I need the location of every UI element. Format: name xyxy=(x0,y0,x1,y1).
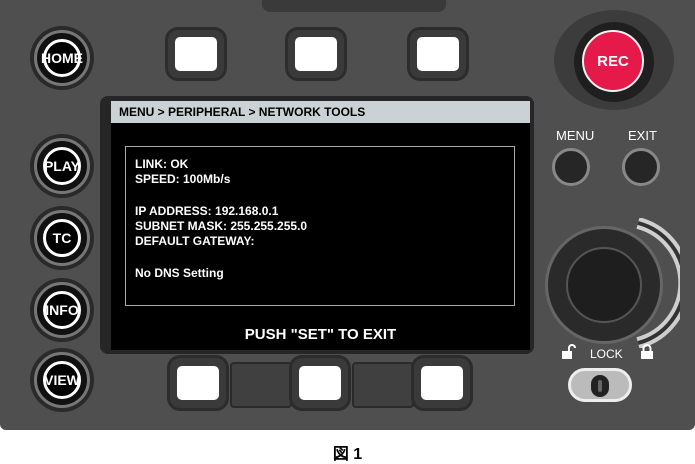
lock-switch-knob[interactable] xyxy=(591,375,609,397)
bottom-function-key-2[interactable] xyxy=(292,358,348,408)
link-speed: SPEED: 100Mb/s xyxy=(135,172,231,186)
exit-instruction: PUSH "SET" TO EXIT xyxy=(244,326,397,343)
bottom-function-key-2-face xyxy=(299,366,341,400)
jog-dial[interactable] xyxy=(545,226,663,344)
top-function-key-1[interactable] xyxy=(168,30,224,78)
view-button[interactable]: VIEW xyxy=(34,352,90,408)
link-status: LINK: OK xyxy=(135,157,189,171)
ip-address: IP ADDRESS: 192.168.0.1 xyxy=(135,204,279,218)
bottom-blank-key-1 xyxy=(230,362,292,408)
play-button[interactable]: PLAY xyxy=(34,138,90,194)
tc-button[interactable]: TC xyxy=(34,210,90,266)
tc-button-label: TC xyxy=(43,219,81,257)
home-button[interactable]: HOME xyxy=(34,30,90,86)
home-button-label: HOME xyxy=(41,39,83,77)
subnet-mask: SUBNET MASK: 255.255.255.0 xyxy=(135,219,308,233)
default-gateway: DEFAULT GATEWAY: xyxy=(135,234,255,248)
unlock-icon xyxy=(562,344,576,359)
menu-button[interactable] xyxy=(552,148,590,186)
panel-top-lip xyxy=(262,0,446,12)
dns-setting: No DNS Setting xyxy=(135,266,224,280)
lcd-screen: MENU > PERIPHERAL > NETWORK TOOLS LINK: … xyxy=(111,101,530,350)
top-function-key-2[interactable] xyxy=(288,30,344,78)
play-button-label: PLAY xyxy=(43,147,81,185)
bottom-function-key-1[interactable] xyxy=(170,358,226,408)
jog-dial-center xyxy=(566,247,642,323)
top-function-key-3-face xyxy=(417,37,459,71)
top-function-key-2-face xyxy=(295,37,337,71)
bottom-function-key-1-face xyxy=(177,366,219,400)
info-button[interactable]: INFO xyxy=(34,282,90,338)
info-button-label: INFO xyxy=(43,291,81,329)
top-function-key-1-face xyxy=(175,37,217,71)
breadcrumb: MENU > PERIPHERAL > NETWORK TOOLS xyxy=(111,101,530,123)
rec-button[interactable]: REC xyxy=(582,30,644,92)
lock-switch[interactable] xyxy=(568,368,632,402)
exit-label: EXIT xyxy=(628,128,657,143)
bottom-function-key-3[interactable] xyxy=(414,358,470,408)
top-function-key-3[interactable] xyxy=(410,30,466,78)
lock-icon xyxy=(641,344,653,359)
camera-control-panel: HOME PLAY TC INFO VIEW MENU > PERIPHERAL… xyxy=(0,0,695,430)
bottom-function-key-3-face xyxy=(421,366,463,400)
figure-caption: 図 1 xyxy=(332,446,363,463)
exit-button[interactable] xyxy=(622,148,660,186)
bottom-blank-key-2 xyxy=(352,362,414,408)
menu-label: MENU xyxy=(556,128,595,143)
lock-label: LOCK xyxy=(590,347,623,361)
view-button-label: VIEW xyxy=(43,361,81,399)
